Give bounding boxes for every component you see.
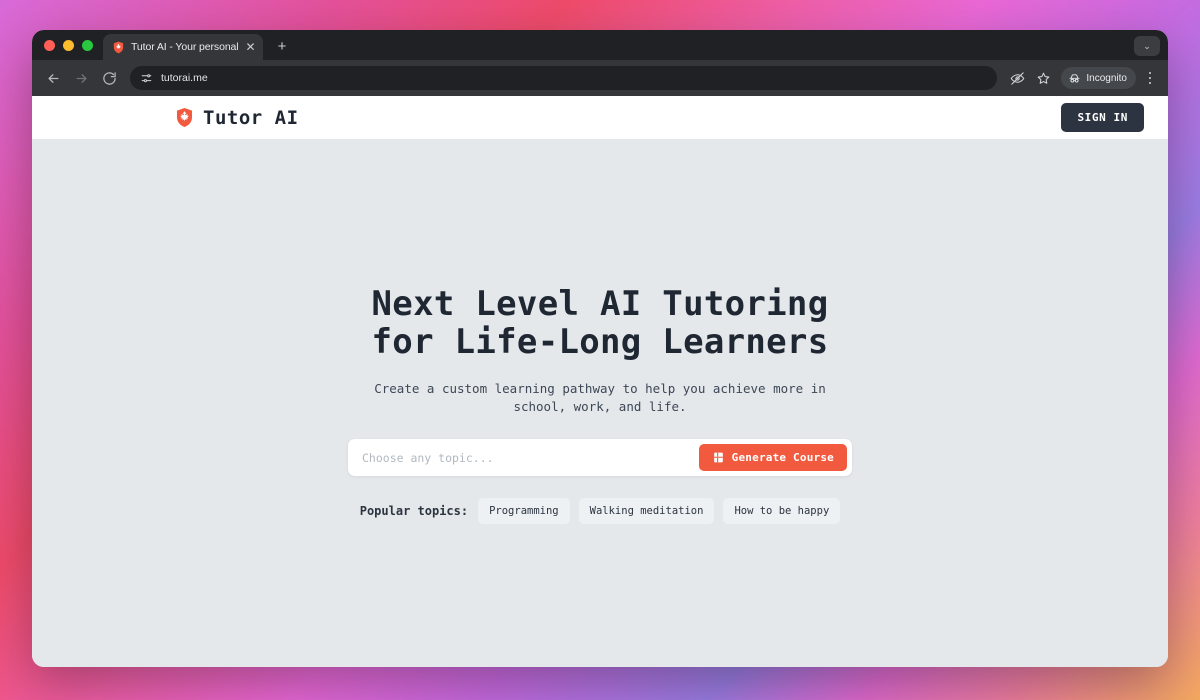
topic-search-bar: Generate Course <box>348 439 852 477</box>
incognito-indicator[interactable]: Incognito <box>1061 67 1136 89</box>
hero-section: Next Level AI Tutoring for Life-Long Lea… <box>32 139 1168 667</box>
window-maximize-button[interactable] <box>82 39 93 51</box>
reload-button[interactable] <box>96 65 122 91</box>
incognito-label: Incognito <box>1086 72 1127 84</box>
page-subtitle: Create a custom learning pathway to help… <box>374 381 826 415</box>
orange-shield-logo-icon <box>174 107 195 128</box>
forward-button[interactable] <box>68 65 94 91</box>
popular-topics-label: Popular topics: <box>359 504 469 519</box>
generate-course-button[interactable]: Generate Course <box>698 444 847 472</box>
topic-chip-how-to-be-happy[interactable]: How to be happy <box>723 498 841 525</box>
eye-slash-icon[interactable] <box>1005 66 1029 90</box>
window-traffic-lights <box>42 30 103 60</box>
topic-chip-walking-meditation[interactable]: Walking meditation <box>578 498 715 525</box>
omnibox[interactable]: tutorai.me <box>130 66 998 90</box>
star-icon[interactable] <box>1031 66 1055 90</box>
popular-topics: Popular topics: Programming Walking medi… <box>359 498 841 525</box>
browser-tab-strip: Tutor AI - Your personal AI tu ✕ + ⌄ <box>32 30 1168 60</box>
shield-favicon <box>112 41 125 54</box>
window-close-button[interactable] <box>44 39 55 51</box>
new-tab-button[interactable]: + <box>274 39 290 54</box>
page-title: Next Level AI Tutoring for Life-Long Lea… <box>371 284 829 363</box>
brand-name: Tutor AI <box>203 106 299 129</box>
kebab-menu-icon[interactable] <box>1140 66 1160 90</box>
browser-tab-active[interactable]: Tutor AI - Your personal AI tu ✕ <box>103 34 263 60</box>
tab-close-icon[interactable]: ✕ <box>244 41 257 53</box>
topic-search-input[interactable] <box>348 450 699 465</box>
book-icon <box>712 451 725 464</box>
generate-course-label: Generate Course <box>731 451 834 465</box>
topic-chip-programming[interactable]: Programming <box>478 498 570 525</box>
window-minimize-button[interactable] <box>63 39 74 51</box>
omnibox-url-text: tutorai.me <box>161 72 208 84</box>
toolbar-right-controls: Incognito <box>999 66 1160 90</box>
sliders-icon[interactable] <box>140 72 153 85</box>
brand[interactable]: Tutor AI <box>174 107 299 129</box>
sign-in-button[interactable]: SIGN IN <box>1061 103 1144 132</box>
browser-toolbar: tutorai.me Incognito <box>32 60 1168 96</box>
incognito-hat-icon <box>1068 72 1081 85</box>
page-viewport: Tutor AI SIGN IN Next Level AI Tutoring … <box>32 96 1168 667</box>
back-button[interactable] <box>40 65 66 91</box>
chevron-down-icon[interactable]: ⌄ <box>1134 36 1160 56</box>
site-header: Tutor AI SIGN IN <box>32 96 1168 139</box>
browser-tab-title: Tutor AI - Your personal AI tu <box>131 41 238 53</box>
browser-window: Tutor AI - Your personal AI tu ✕ + ⌄ tut… <box>32 30 1168 667</box>
